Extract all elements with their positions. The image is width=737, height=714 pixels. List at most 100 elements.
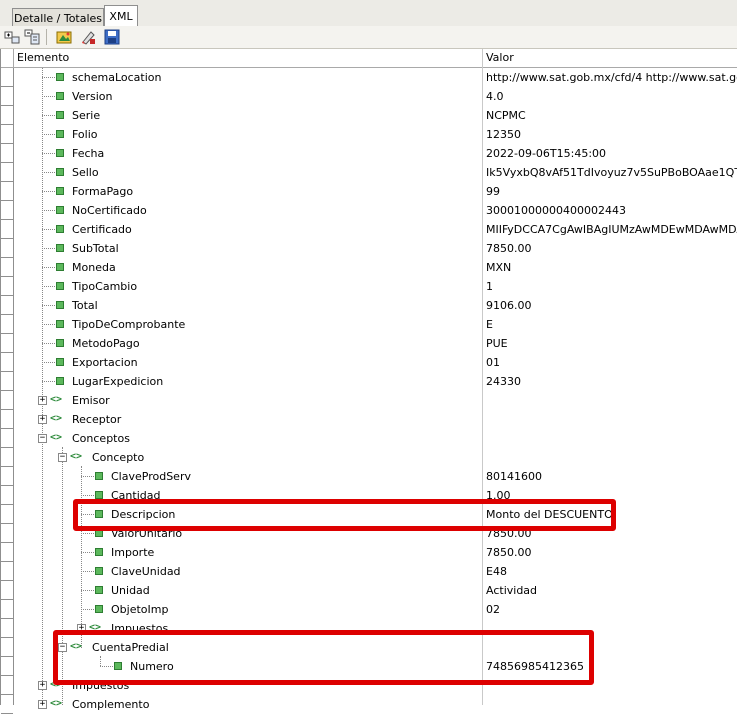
element-value: 12350: [486, 128, 521, 141]
row-gutter-cell: [1, 562, 13, 581]
xml-element-icon: <>: [50, 698, 63, 709]
row-gutter-cell: [1, 106, 13, 125]
row-gutter-cell: [1, 87, 13, 106]
tree-row[interactable]: + <> Impuestos: [1, 619, 737, 638]
collapse-toggle-icon[interactable]: −: [38, 434, 47, 443]
tree-row[interactable]: + <> Impuestos: [1, 676, 737, 695]
attribute-leaf-icon: [56, 206, 64, 214]
expand-all-icon[interactable]: [4, 29, 20, 45]
attribute-leaf-icon: [56, 244, 64, 252]
element-value: 2022-09-06T15:45:00: [486, 147, 607, 160]
tree-row[interactable]: − <> Conceptos: [1, 429, 737, 448]
element-name: ClaveProdServ: [111, 470, 191, 483]
tree-row[interactable]: Folio 12350: [1, 125, 737, 144]
element-name: Descripcion: [111, 508, 176, 521]
tree-row[interactable]: SubTotal 7850.00: [1, 239, 737, 258]
tree-row[interactable]: MetodoPago PUE: [1, 334, 737, 353]
element-name: FormaPago: [72, 185, 134, 198]
row-gutter-cell: [1, 657, 13, 676]
collapse-toggle-icon[interactable]: −: [58, 643, 67, 652]
toolbar-separator: [46, 29, 47, 45]
element-name: TipoCambio: [72, 280, 138, 293]
tab-detalle-totales[interactable]: Detalle / Totales: [12, 8, 104, 27]
edit-icon[interactable]: [80, 29, 96, 45]
tree-row[interactable]: + <> Emisor: [1, 391, 737, 410]
element-name: Serie: [72, 109, 101, 122]
element-name: Moneda: [72, 261, 116, 274]
tree-row[interactable]: NoCertificado 30001000000400002443: [1, 201, 737, 220]
tree-row[interactable]: ClaveUnidad E48: [1, 562, 737, 581]
tree-row[interactable]: Descripcion Monto del DESCUENTO: [1, 505, 737, 524]
tree-row[interactable]: Total 9106.00: [1, 296, 737, 315]
element-value: E48: [486, 565, 507, 578]
tree-row[interactable]: Sello Ik5VyxbQ8vAf51TdIvoyuz7v5SuPBoBOAae…: [1, 163, 737, 182]
tree-row[interactable]: Importe 7850.00: [1, 543, 737, 562]
column-header-valor[interactable]: Valor: [482, 49, 737, 67]
row-gutter-cell: [1, 372, 13, 391]
tree-row[interactable]: ValorUnitario 7850.00: [1, 524, 737, 543]
tree-row[interactable]: Cantidad 1.00: [1, 486, 737, 505]
tree-row[interactable]: Version 4.0: [1, 87, 737, 106]
row-gutter-cell: [1, 638, 13, 657]
tree-row[interactable]: Serie NCPMC: [1, 106, 737, 125]
element-name: schemaLocation: [72, 71, 162, 84]
tree-row[interactable]: + <> Receptor: [1, 410, 737, 429]
element-name: Concepto: [92, 451, 145, 464]
grid-header: Elemento Valor: [1, 49, 737, 68]
row-gutter-cell: [1, 296, 13, 315]
tree-row[interactable]: − <> CuentaPredial: [1, 638, 737, 657]
attribute-leaf-icon: [56, 339, 64, 347]
expand-toggle-icon[interactable]: +: [77, 624, 86, 633]
element-value: [486, 448, 737, 467]
element-value: 01: [486, 356, 500, 369]
attribute-leaf-icon: [95, 510, 103, 518]
xml-element-icon: <>: [70, 451, 83, 462]
element-value: 99: [486, 185, 500, 198]
row-gutter-cell: [1, 144, 13, 163]
element-name: Cantidad: [111, 489, 161, 502]
save-icon[interactable]: [104, 29, 120, 45]
collapse-all-icon[interactable]: [24, 29, 40, 45]
element-name: Certificado: [72, 223, 132, 236]
tree-row[interactable]: Moneda MXN: [1, 258, 737, 277]
element-value: [486, 619, 737, 638]
tree-row[interactable]: ObjetoImp 02: [1, 600, 737, 619]
row-gutter-cell: [1, 239, 13, 258]
element-name: TipoDeComprobante: [72, 318, 186, 331]
element-name: LugarExpedicion: [72, 375, 164, 388]
tree-row[interactable]: LugarExpedicion 24330: [1, 372, 737, 391]
xml-element-icon: <>: [50, 679, 63, 690]
tree-row[interactable]: Certificado MIIFyDCCA7CgAwIBAgIUMzAwMDEwM…: [1, 220, 737, 239]
element-name: Exportacion: [72, 356, 138, 369]
open-file-icon[interactable]: [56, 29, 72, 45]
attribute-leaf-icon: [56, 92, 64, 100]
attribute-leaf-icon: [56, 73, 64, 81]
expand-toggle-icon[interactable]: +: [38, 396, 47, 405]
column-header-elemento[interactable]: Elemento: [13, 49, 482, 67]
tree-row[interactable]: Exportacion 01: [1, 353, 737, 372]
tree-row[interactable]: ClaveProdServ 80141600: [1, 467, 737, 486]
tree-row[interactable]: Numero 74856985412365: [1, 657, 737, 676]
xml-element-icon: <>: [50, 394, 63, 405]
tree-row[interactable]: Unidad Actividad: [1, 581, 737, 600]
attribute-leaf-icon: [95, 472, 103, 480]
element-value: 24330: [486, 375, 521, 388]
element-value: 30001000000400002443: [486, 204, 626, 217]
tab-xml[interactable]: XML: [104, 5, 138, 27]
tree-row[interactable]: − <> Concepto: [1, 448, 737, 467]
element-value: 74856985412365: [486, 660, 584, 673]
element-value: [486, 676, 737, 695]
tree-row[interactable]: Fecha 2022-09-06T15:45:00: [1, 144, 737, 163]
expand-toggle-icon[interactable]: +: [38, 415, 47, 424]
collapse-toggle-icon[interactable]: −: [58, 453, 67, 462]
tree-row[interactable]: FormaPago 99: [1, 182, 737, 201]
expand-toggle-icon[interactable]: +: [38, 681, 47, 690]
tree-row[interactable]: TipoCambio 1: [1, 277, 737, 296]
row-gutter-cell: [1, 543, 13, 562]
attribute-leaf-icon: [56, 377, 64, 385]
attribute-leaf-icon: [56, 168, 64, 176]
attribute-leaf-icon: [56, 282, 64, 290]
element-value: 7850.00: [486, 546, 532, 559]
tree-row[interactable]: TipoDeComprobante E: [1, 315, 737, 334]
tree-row[interactable]: schemaLocation http://www.sat.gob.mx/cfd/…: [1, 68, 737, 87]
